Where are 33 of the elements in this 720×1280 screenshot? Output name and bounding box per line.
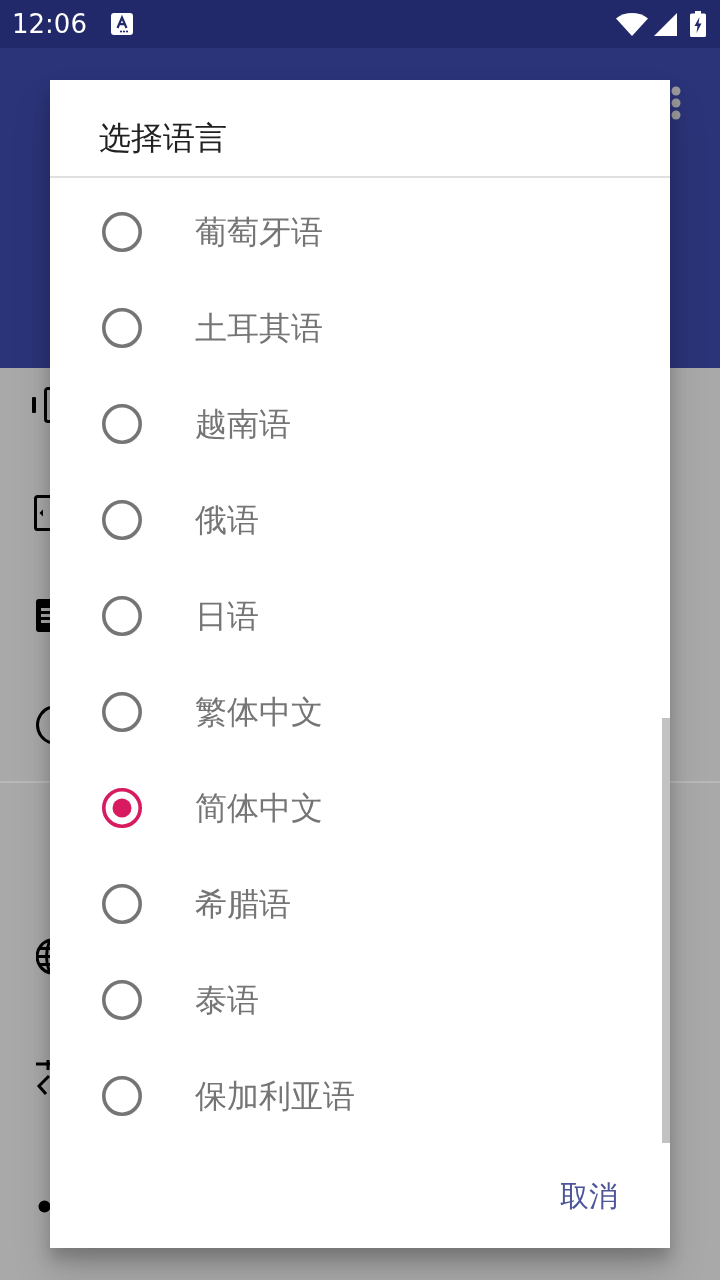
status-time: 12:06 bbox=[12, 11, 87, 37]
language-label[interactable]: 土耳其语 bbox=[195, 308, 323, 348]
vibration-icon bbox=[31, 387, 50, 423]
radio-button[interactable] bbox=[102, 212, 142, 252]
language-label[interactable]: 泰语 bbox=[195, 980, 259, 1020]
language-label[interactable]: 保加利亚语 bbox=[195, 1076, 355, 1116]
overflow-menu-icon[interactable] bbox=[671, 86, 681, 120]
dialog-title: 选择语言 bbox=[99, 118, 227, 158]
radio-button[interactable] bbox=[102, 692, 142, 732]
wifi-icon bbox=[616, 12, 648, 36]
radio-button[interactable] bbox=[102, 500, 142, 540]
radio-button[interactable] bbox=[102, 980, 142, 1020]
translate-icon bbox=[36, 1060, 50, 1096]
radio-button[interactable] bbox=[102, 404, 142, 444]
language-label[interactable]: 希腊语 bbox=[195, 884, 291, 924]
radio-button[interactable] bbox=[102, 596, 142, 636]
signal-icon bbox=[654, 12, 677, 36]
language-label[interactable]: 越南语 bbox=[195, 404, 291, 444]
radio-button[interactable] bbox=[102, 884, 142, 924]
screen-icon bbox=[34, 495, 50, 531]
language-label[interactable]: 葡萄牙语 bbox=[195, 212, 323, 252]
globe-icon bbox=[36, 938, 50, 975]
cancel-button[interactable]: 取消 bbox=[544, 1170, 634, 1222]
radio-button[interactable] bbox=[102, 788, 142, 828]
language-label[interactable]: 日语 bbox=[195, 596, 259, 636]
language-label[interactable]: 简体中文 bbox=[195, 788, 323, 828]
radio-button[interactable] bbox=[102, 308, 142, 348]
language-label[interactable]: 俄语 bbox=[195, 500, 259, 540]
battery-charging-icon bbox=[690, 11, 706, 37]
radio-button[interactable] bbox=[102, 1076, 142, 1116]
document-icon bbox=[36, 599, 50, 632]
notification-icon bbox=[110, 13, 133, 35]
language-label[interactable]: 繁体中文 bbox=[195, 692, 323, 732]
